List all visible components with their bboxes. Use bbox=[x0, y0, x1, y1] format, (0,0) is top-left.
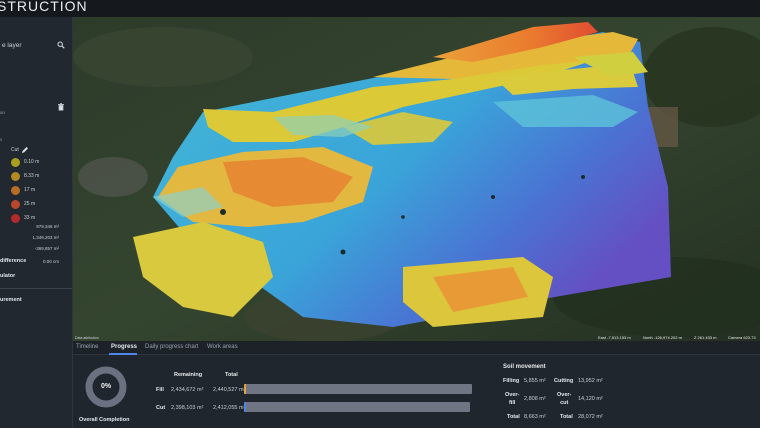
legend-mode-label: Cut bbox=[11, 147, 19, 153]
overfill-label: Over- fill bbox=[505, 392, 520, 406]
sidebar-divider bbox=[0, 288, 72, 289]
fill-progress-value bbox=[244, 384, 246, 394]
terrain-heatmap bbox=[73, 17, 760, 341]
col-remaining: Remaining bbox=[174, 372, 203, 378]
cut-row-label: Cut bbox=[156, 405, 166, 411]
tab-timeline[interactable]: Timeline bbox=[76, 344, 98, 350]
legend-label: 0.10 m bbox=[24, 159, 40, 165]
status-camera: Camera 623.73 bbox=[728, 335, 756, 340]
legend-swatch bbox=[11, 200, 20, 209]
bottom-tabs: Timeline Progress Daily progress chart W… bbox=[73, 341, 760, 355]
sidebar-panel: e layer an s Cut 0.10 m 8.33 m 17 m 25 m 33 … bbox=[0, 17, 73, 428]
fill-progress-bar bbox=[244, 384, 472, 394]
fill-row-label: Fill bbox=[156, 387, 164, 393]
status-north: North -126,974.202 m bbox=[643, 335, 682, 340]
data-attribution-link[interactable]: Data attribution bbox=[75, 336, 99, 340]
measurement-label[interactable]: urement bbox=[0, 297, 22, 303]
cut-progress-bar bbox=[244, 402, 470, 412]
soil-movement-title: Soil movement bbox=[503, 364, 546, 370]
status-height: Z 261.433 m bbox=[694, 335, 717, 340]
cut-remaining: 2,398,103 m² bbox=[171, 405, 204, 411]
total-fill-label: Total bbox=[507, 414, 520, 420]
legend-swatch bbox=[11, 214, 20, 223]
overall-completion-label: Overall Completion bbox=[79, 417, 130, 423]
stat-cut-volume: 1,349,203 m² bbox=[32, 235, 59, 240]
legend-section-label: s bbox=[0, 137, 3, 142]
total-cut-label: Total bbox=[560, 414, 573, 420]
legend-label: 33 m bbox=[24, 215, 36, 221]
difference-value: 0.00 cm bbox=[42, 259, 59, 264]
cut-total: 2,412,055 m² bbox=[213, 405, 246, 411]
tab-daily-progress-chart[interactable]: Daily progress chart bbox=[145, 344, 198, 350]
map-viewport[interactable]: Data attribution East -7,513.153 m North… bbox=[73, 17, 760, 341]
legend-swatch bbox=[11, 186, 20, 195]
total-fill-value: 8,663 m² bbox=[524, 414, 546, 420]
legend-swatch bbox=[11, 172, 20, 181]
app-title: STRUCTION bbox=[0, 0, 88, 14]
search-icon[interactable] bbox=[57, 41, 65, 49]
tab-progress[interactable]: Progress bbox=[111, 344, 137, 350]
fill-total: 2,440,527 m² bbox=[213, 387, 246, 393]
cutting-value: 13,952 m² bbox=[578, 378, 603, 384]
overcut-value: 14,120 m² bbox=[578, 396, 603, 402]
legend-label: 17 m bbox=[24, 187, 36, 193]
calculator-label[interactable]: ulator bbox=[0, 273, 15, 279]
status-east: East -7,513.153 m bbox=[598, 335, 631, 340]
legend-label: 8.33 m bbox=[24, 173, 40, 179]
filling-label: Filling bbox=[503, 378, 520, 384]
legend-swatch bbox=[11, 158, 20, 167]
layer-title: e layer bbox=[2, 42, 22, 49]
tab-work-areas[interactable]: Work areas bbox=[207, 344, 238, 350]
filling-value: 5,855 m² bbox=[524, 378, 546, 384]
pencil-icon[interactable] bbox=[21, 146, 29, 154]
overcut-label: Over- cut bbox=[557, 392, 572, 406]
difference-label: difference bbox=[0, 258, 27, 264]
trash-icon[interactable] bbox=[57, 103, 65, 111]
stat-net-volume: -369,857 m² bbox=[34, 246, 59, 251]
cut-progress-value bbox=[244, 402, 246, 412]
cutting-label: Cutting bbox=[554, 378, 574, 384]
layer-subtitle: an bbox=[0, 110, 6, 115]
completion-percent: 0% bbox=[100, 383, 112, 390]
legend-label: 25 m bbox=[24, 201, 36, 207]
progress-panel: 0% Overall Completion Remaining Total Fi… bbox=[73, 355, 760, 428]
total-cut-value: 28,072 m² bbox=[578, 414, 603, 420]
overfill-value: 2,808 m² bbox=[524, 396, 546, 402]
stat-fill-volume: 979,346 m² bbox=[36, 224, 59, 229]
col-total: Total bbox=[225, 372, 238, 378]
fill-remaining: 2,434,672 m² bbox=[171, 387, 204, 393]
top-header: STRUCTION bbox=[0, 0, 760, 17]
